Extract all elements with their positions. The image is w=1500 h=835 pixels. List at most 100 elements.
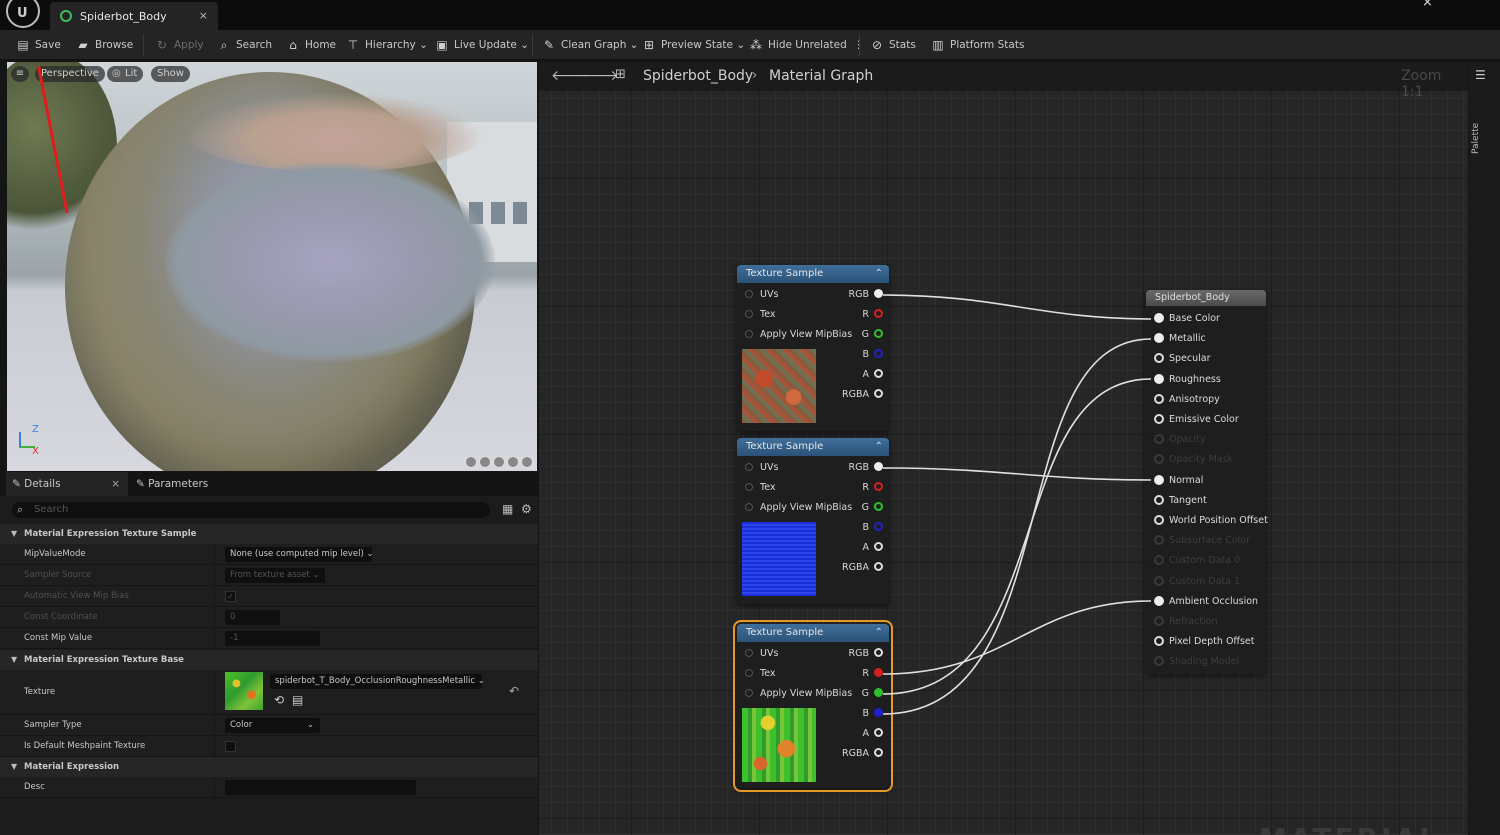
material-input-pin[interactable]: Custom Data 1	[1154, 575, 1240, 587]
material-input-pin[interactable]: Roughness	[1154, 373, 1221, 385]
document-tab[interactable]: Spiderbot_Body ×	[50, 2, 218, 30]
input-pin-apply-view-mipbias[interactable]: Apply View MipBias	[745, 502, 852, 513]
node-header[interactable]: Texture Sample ⌃	[737, 265, 889, 283]
preview-state-dropdown[interactable]: ⊞ Preview State ⌄	[642, 36, 745, 54]
input-pin-tex[interactable]: Tex	[745, 668, 776, 679]
output-pin-b[interactable]: B	[862, 708, 883, 719]
desc-input[interactable]	[225, 780, 416, 795]
pin-connector-icon[interactable]	[1154, 636, 1164, 647]
texture-thumbnail[interactable]	[225, 672, 263, 710]
sphere-icon[interactable]	[479, 456, 491, 468]
input-pin-tex[interactable]: Tex	[745, 482, 776, 493]
texture-sample-node-2[interactable]: Texture Sample ⌃ UVs Tex Apply View MipBi…	[737, 438, 889, 604]
material-input-pin[interactable]: Emissive Color	[1154, 414, 1239, 425]
material-input-pin[interactable]: Metallic	[1154, 333, 1206, 344]
pin-connector-icon[interactable]	[1154, 595, 1164, 606]
save-button[interactable]: ▤ Save	[16, 36, 60, 54]
default-meshpaint-checkbox[interactable]	[225, 741, 236, 752]
output-pin-rgb[interactable]: RGB	[849, 462, 883, 473]
sampler-type-dropdown[interactable]: Color ⌄	[225, 718, 320, 733]
output-pin-rgb[interactable]: RGB	[849, 648, 883, 659]
pin-connector-icon[interactable]	[1154, 414, 1164, 424]
const-mip-value-input[interactable]: -1	[225, 631, 320, 646]
section-texture-sample[interactable]: ▼ Material Expression Texture Sample	[0, 524, 538, 544]
node-header[interactable]: Texture Sample ⌃	[737, 624, 889, 642]
output-pin-g[interactable]: G	[862, 329, 883, 340]
pin-connector-icon[interactable]	[1154, 353, 1164, 364]
collapse-chevron-icon[interactable]: ⌃	[875, 438, 883, 456]
preview-mesh-selector[interactable]	[465, 456, 535, 470]
hide-unrelated-button[interactable]: ⁂ Hide Unrelated ⋮	[749, 36, 864, 54]
pin-connector-icon[interactable]	[1154, 575, 1164, 586]
search-button[interactable]: ⌕ Search	[217, 36, 272, 54]
gear-icon[interactable]: ⚙	[521, 502, 532, 516]
output-pin-rgb[interactable]: RGB	[849, 289, 883, 300]
close-tab-icon[interactable]: ×	[199, 9, 208, 22]
material-input-pin[interactable]: World Position Offset	[1154, 515, 1268, 526]
output-pin-rgba[interactable]: RGBA	[842, 748, 883, 759]
mip-value-mode-dropdown[interactable]: None (use computed mip level) ⌄	[225, 547, 374, 562]
output-pin-r[interactable]: R	[862, 668, 883, 679]
details-search-input[interactable]: ⌕ Search	[12, 502, 490, 518]
preview-viewport[interactable]: ≡ Perspective ◎ Lit Show Z X	[7, 62, 537, 471]
material-input-pin[interactable]: Anisotropy	[1154, 393, 1220, 405]
pin-connector-icon[interactable]	[1154, 333, 1164, 344]
output-pin-rgba[interactable]: RGBA	[842, 389, 883, 400]
window-close-icon[interactable]: ×	[1422, 0, 1433, 10]
const-coordinate-input[interactable]: 0	[225, 610, 280, 625]
pin-connector-icon[interactable]	[1154, 313, 1164, 323]
pin-connector-icon[interactable]	[1154, 474, 1164, 485]
perspective-button[interactable]: Perspective	[35, 66, 105, 82]
sampler-source-dropdown[interactable]: From texture asset ⌄	[225, 568, 325, 583]
collapse-chevron-icon[interactable]: ⌃	[875, 624, 883, 642]
material-node-header[interactable]: Spiderbot_Body	[1146, 290, 1266, 306]
material-result-node[interactable]: Spiderbot_Body Base Color Metallic Specula…	[1146, 290, 1268, 674]
output-pin-a[interactable]: A	[863, 728, 883, 739]
output-pin-r[interactable]: R	[862, 309, 883, 320]
material-input-pin[interactable]: Opacity Mask	[1154, 454, 1233, 465]
use-selected-asset-icon[interactable]: ⟲	[274, 693, 284, 707]
lit-button[interactable]: ◎ Lit	[107, 66, 144, 82]
material-input-pin[interactable]: Base Color	[1154, 313, 1220, 324]
browse-asset-icon[interactable]: ▤	[292, 693, 303, 707]
input-pin-uvs[interactable]: UVs	[745, 462, 778, 473]
pin-connector-icon[interactable]	[1154, 656, 1164, 667]
output-pin-r[interactable]: R	[862, 482, 883, 493]
hierarchy-icon[interactable]: ⊞	[615, 67, 626, 82]
teapot-icon[interactable]	[521, 456, 533, 468]
cube-icon[interactable]	[507, 456, 519, 468]
pin-connector-icon[interactable]	[1154, 454, 1164, 465]
output-pin-a[interactable]: A	[863, 369, 883, 380]
material-input-pin[interactable]: Ambient Occlusion	[1154, 595, 1258, 607]
node-header[interactable]: Texture Sample ⌃	[737, 438, 889, 456]
output-pin-a[interactable]: A	[863, 542, 883, 553]
texture-sample-node-3[interactable]: Texture Sample ⌃ UVs Tex Apply View MipBi…	[733, 620, 893, 792]
viewport-menu-icon[interactable]: ≡	[11, 66, 29, 82]
pin-connector-icon[interactable]	[1154, 393, 1164, 404]
input-pin-tex[interactable]: Tex	[745, 309, 776, 320]
unreal-logo-icon[interactable]: U	[6, 0, 40, 28]
pin-connector-icon[interactable]	[1154, 494, 1164, 505]
output-pin-b[interactable]: B	[862, 522, 883, 533]
material-input-pin[interactable]: Normal	[1154, 474, 1203, 486]
material-input-pin[interactable]: Tangent	[1154, 494, 1207, 506]
home-button[interactable]: ⌂ Home	[286, 36, 336, 54]
input-pin-uvs[interactable]: UVs	[745, 289, 778, 300]
live-update-dropdown[interactable]: ▣ Live Update ⌄	[435, 36, 529, 54]
pin-connector-icon[interactable]	[1154, 434, 1164, 445]
material-input-pin[interactable]: Custom Data 0	[1154, 555, 1240, 566]
auto-view-mip-bias-checkbox[interactable]: ✓	[225, 591, 236, 602]
hierarchy-dropdown[interactable]: ⊤ Hierarchy ⌄	[346, 36, 428, 54]
pin-connector-icon[interactable]	[1154, 515, 1164, 525]
input-pin-uvs[interactable]: UVs	[745, 648, 778, 659]
texture-asset-dropdown[interactable]: spiderbot_T_Body_OcclusionRoughnessMetal…	[270, 674, 485, 689]
input-pin-apply-view-mipbias[interactable]: Apply View MipBias	[745, 688, 852, 699]
show-button[interactable]: Show	[151, 66, 190, 82]
material-input-pin[interactable]: Pixel Depth Offset	[1154, 636, 1255, 647]
tab-parameters[interactable]: ✎ Parameters	[132, 472, 208, 496]
stats-button[interactable]: ⊘ Stats	[870, 36, 916, 54]
palette-menu-icon[interactable]: ☰	[1475, 68, 1486, 82]
close-tab-icon[interactable]: ×	[111, 472, 120, 496]
output-pin-g[interactable]: G	[862, 502, 883, 513]
breadcrumb-graph[interactable]: Material Graph	[769, 68, 873, 84]
